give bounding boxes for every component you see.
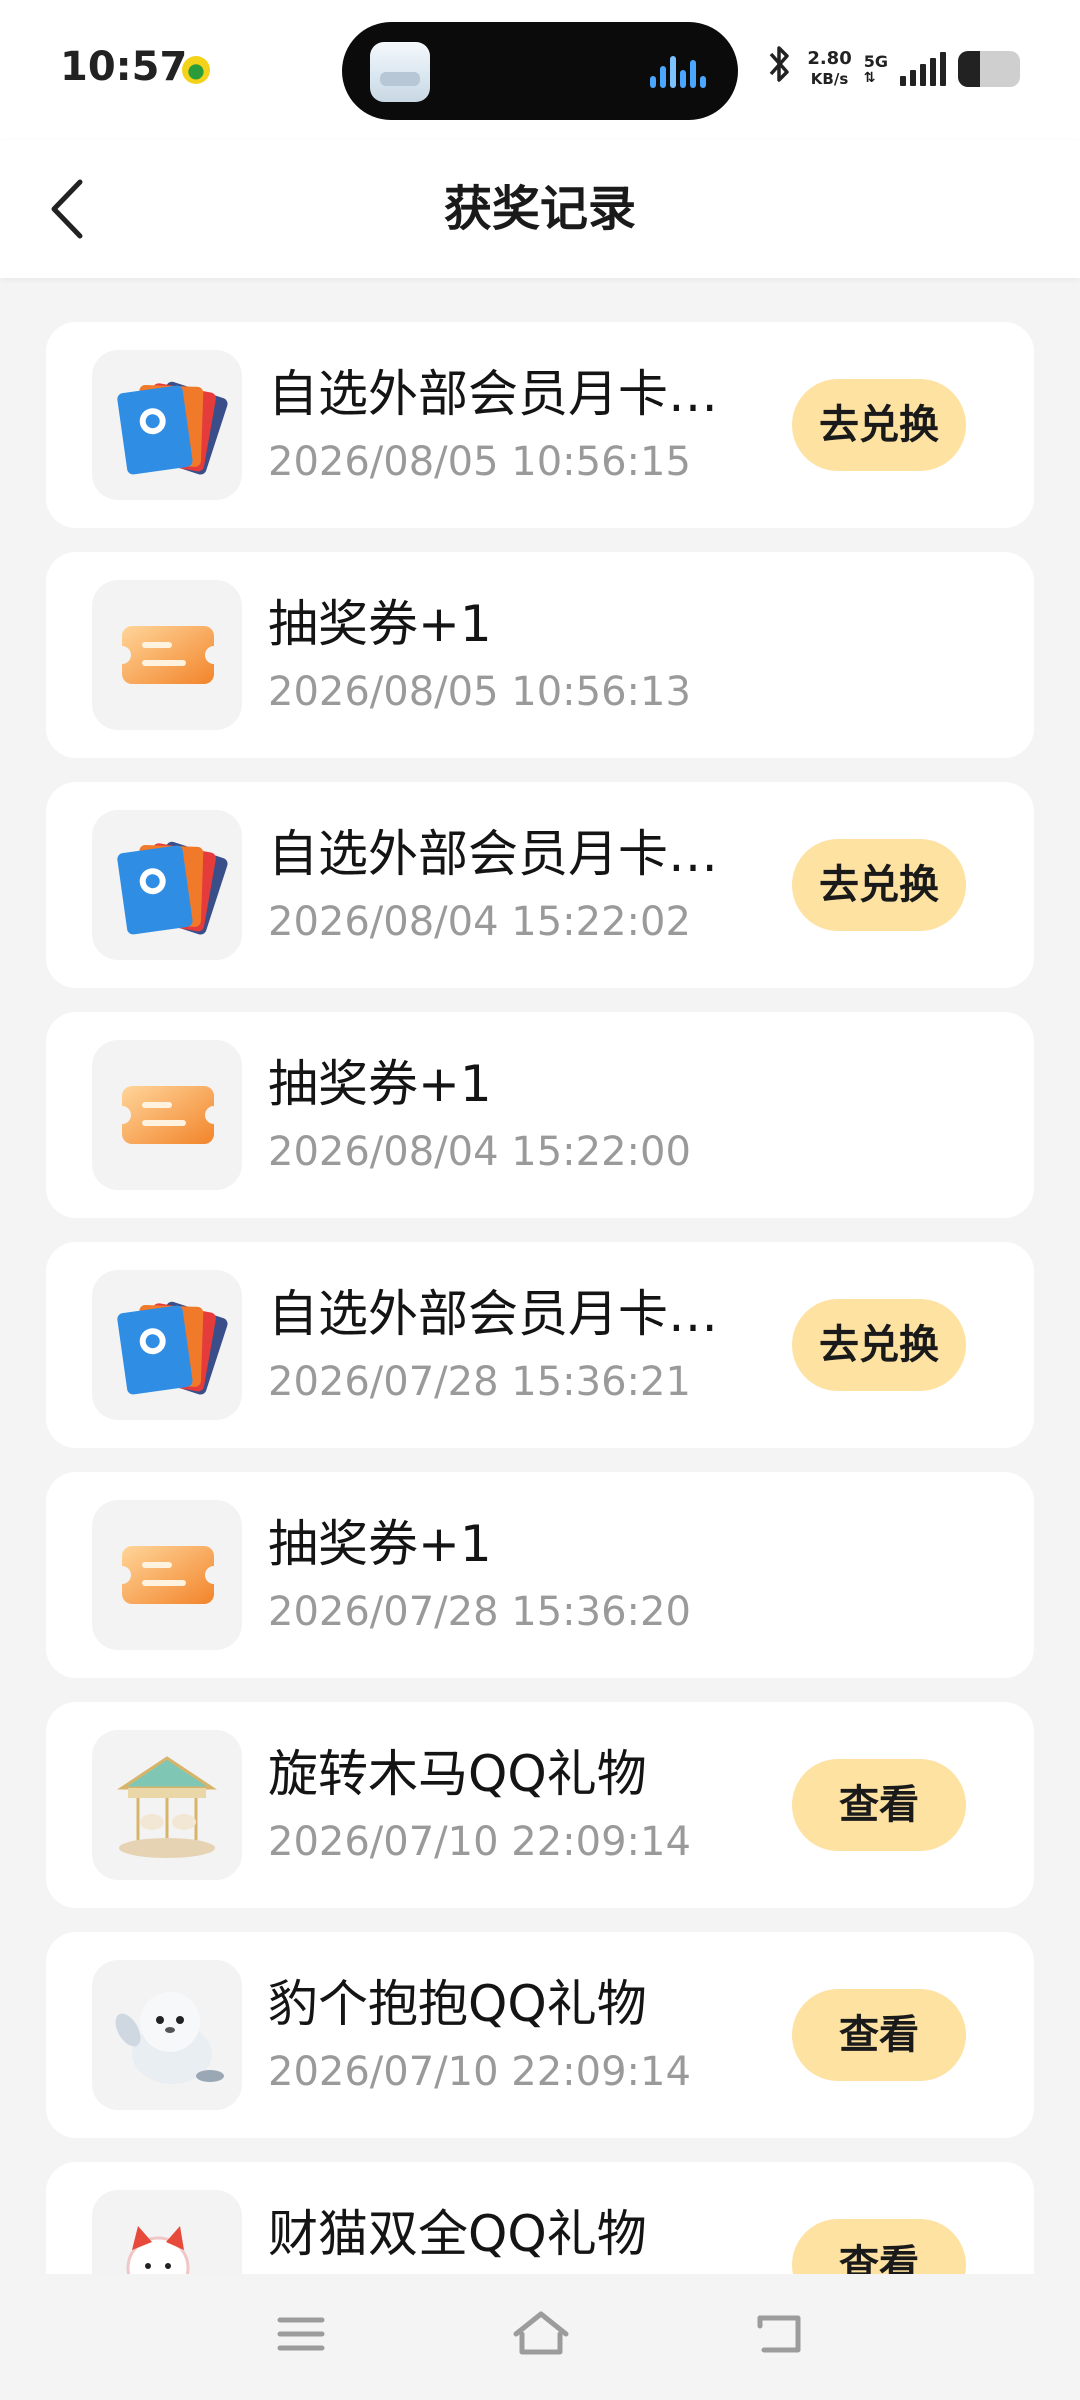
record-date: 2026/08/04 15:22:00 <box>268 1129 691 1175</box>
lottery-ticket-icon <box>113 626 223 684</box>
network-speed: 2.80 KB/s <box>807 49 851 89</box>
home-icon[interactable] <box>506 2304 576 2364</box>
status-bar: 10:57 ● 2.80 KB/s 5G ⇅ <box>0 0 1080 140</box>
network-type: 5G <box>863 52 888 71</box>
record-card[interactable]: 抽奖券+1 2026/08/04 15:22:00 <box>46 1012 1034 1218</box>
record-name: 自选外部会员月卡… <box>268 365 718 423</box>
record-date: 2026/07/10 22:09:14 <box>268 2049 691 2095</box>
record-card[interactable]: 旋转木马QQ礼物 2026/07/10 22:09:14 查看 <box>46 1702 1034 1908</box>
seal-icon <box>115 1992 224 2084</box>
battery-icon <box>958 51 1020 87</box>
record-date: 2026/07/28 15:36:20 <box>268 1589 691 1635</box>
record-name: 财猫双全QQ礼物 <box>268 2205 647 2263</box>
status-time: 10:57 <box>60 44 188 90</box>
page-header: 获奖记录 <box>0 140 1080 278</box>
record-card[interactable]: 抽奖券+1 2026/07/28 15:36:20 <box>46 1472 1034 1678</box>
lottery-ticket-icon <box>113 1086 223 1144</box>
system-nav-bar <box>0 2274 1080 2400</box>
battery-level <box>958 51 980 87</box>
membership-cards-icon <box>117 381 228 475</box>
signal-icon <box>900 52 946 86</box>
redeem-button[interactable]: 去兑换 <box>792 839 966 931</box>
notification-app-icon: ● <box>182 56 210 84</box>
record-card[interactable]: 抽奖券+1 2026/08/05 10:56:13 <box>46 552 1034 758</box>
record-card[interactable]: 自选外部会员月卡… 2026/08/05 10:56:15 去兑换 <box>46 322 1034 528</box>
record-thumbnail <box>92 580 242 730</box>
record-card[interactable]: 自选外部会员月卡… 2026/07/28 15:36:21 去兑换 <box>46 1242 1034 1448</box>
lottery-ticket-icon <box>113 1546 223 1604</box>
record-thumbnail <box>92 1270 242 1420</box>
record-name: 抽奖券+1 <box>268 1515 492 1573</box>
network-indicator: 5G ⇅ <box>863 52 888 86</box>
data-arrows-icon: ⇅ <box>863 70 876 86</box>
record-date: 2026/08/05 10:56:15 <box>268 439 691 485</box>
redeem-button[interactable]: 去兑换 <box>792 1299 966 1391</box>
record-name: 自选外部会员月卡… <box>268 825 718 883</box>
record-date: 2026/08/05 10:56:13 <box>268 669 691 715</box>
record-name: 抽奖券+1 <box>268 1055 492 1113</box>
record-card[interactable]: 豹个抱抱QQ礼物 2026/07/10 22:09:14 查看 <box>46 1932 1034 2138</box>
membership-cards-icon <box>117 1301 228 1395</box>
record-name: 旋转木马QQ礼物 <box>268 1745 647 1803</box>
view-button[interactable]: 查看 <box>792 1989 966 2081</box>
record-thumbnail <box>92 1040 242 1190</box>
record-date: 2026/07/10 22:09:14 <box>268 1819 691 1865</box>
record-date: 2026/08/04 15:22:02 <box>268 899 691 945</box>
carousel-icon <box>117 1756 217 1858</box>
record-card[interactable]: 自选外部会员月卡… 2026/08/04 15:22:02 去兑换 <box>46 782 1034 988</box>
bluetooth-icon <box>765 44 795 94</box>
record-thumbnail <box>92 810 242 960</box>
record-thumbnail <box>92 1730 242 1880</box>
page-title: 获奖记录 <box>443 181 636 237</box>
menu-icon[interactable] <box>266 2304 336 2364</box>
redeem-button[interactable]: 去兑换 <box>792 379 966 471</box>
record-date: 2026/07/28 15:36:21 <box>268 1359 691 1405</box>
audio-wave-icon <box>650 56 710 88</box>
membership-cards-icon <box>117 841 228 935</box>
media-thumbnail <box>370 42 430 102</box>
record-thumbnail <box>92 1500 242 1650</box>
record-thumbnail <box>92 1960 242 2110</box>
record-thumbnail <box>92 350 242 500</box>
record-name: 自选外部会员月卡… <box>268 1285 718 1343</box>
network-speed-value: 2.80 <box>807 48 852 69</box>
record-name: 豹个抱抱QQ礼物 <box>268 1975 647 2033</box>
record-name: 抽奖券+1 <box>268 595 492 653</box>
network-speed-unit: KB/s <box>810 70 849 88</box>
view-button[interactable]: 查看 <box>792 1759 966 1851</box>
dynamic-island[interactable] <box>342 22 738 120</box>
back-arrow-icon[interactable] <box>746 2304 816 2364</box>
status-indicators: 2.80 KB/s 5G ⇅ <box>765 44 1020 94</box>
